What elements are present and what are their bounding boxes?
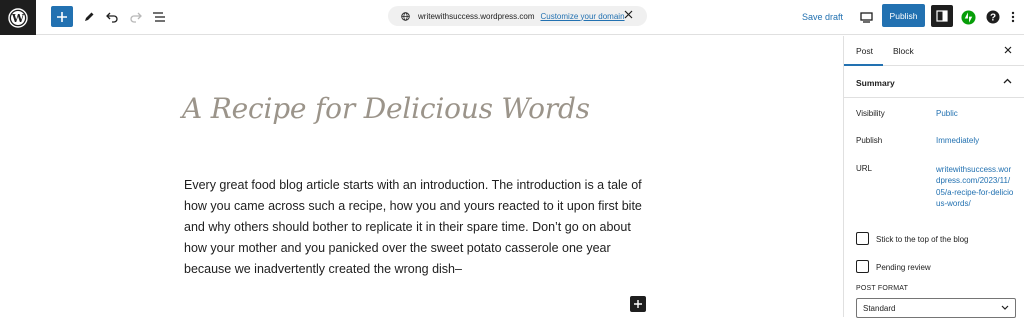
summary-panel-toggle[interactable]: Summary: [844, 66, 1024, 98]
preview-button[interactable]: [855, 6, 877, 28]
tools-button[interactable]: [78, 6, 100, 28]
document-overview-button[interactable]: [148, 6, 170, 28]
visibility-label: Visibility: [856, 109, 885, 118]
globe-icon: [401, 11, 410, 21]
add-block-button[interactable]: [51, 6, 73, 27]
undo-button[interactable]: [101, 6, 123, 28]
publish-date-value[interactable]: Immediately: [936, 136, 979, 145]
close-icon[interactable]: [624, 10, 633, 19]
sticky-checkbox[interactable]: [856, 232, 869, 245]
options-button[interactable]: [1006, 6, 1020, 28]
pending-review-label: Pending review: [876, 263, 931, 272]
more-vertical-icon: [1011, 11, 1015, 23]
close-icon[interactable]: [1004, 46, 1012, 54]
plus-icon: [57, 11, 67, 22]
settings-sidebar: Post Block Summary Visibility Public Pub…: [843, 36, 1024, 318]
pending-review-checkbox[interactable]: [856, 260, 869, 273]
post-title[interactable]: A Recipe for Delicious Words: [182, 92, 590, 125]
wordpress-logo-icon[interactable]: W: [0, 0, 36, 35]
paragraph-block[interactable]: Every great food blog article starts wit…: [184, 175, 644, 280]
list-view-icon: [153, 12, 165, 22]
pencil-icon: [85, 12, 94, 21]
sticky-label: Stick to the top of the blog: [876, 235, 969, 244]
customize-domain-link[interactable]: Customize your domain: [540, 12, 624, 21]
block-inserter-button[interactable]: [630, 296, 646, 312]
post-format-select[interactable]: Standard: [856, 298, 1016, 318]
tab-block[interactable]: Block: [893, 46, 914, 56]
sidebar-tabs: Post Block: [844, 36, 1024, 66]
post-url-value[interactable]: writewithsuccess.wordpress.com/2023/11/0…: [936, 164, 1014, 209]
url-label: URL: [856, 164, 873, 173]
visibility-value[interactable]: Public: [936, 109, 958, 118]
jetpack-button[interactable]: [957, 6, 979, 28]
redo-button[interactable]: [124, 6, 146, 28]
svg-text:W: W: [11, 12, 25, 25]
settings-button[interactable]: [931, 5, 953, 27]
sidebar-toggle-icon: [936, 10, 948, 22]
redo-icon: [129, 12, 142, 23]
publish-button[interactable]: Publish: [882, 4, 925, 27]
editor-toolbar: W writewithsuccess.wordpress.com Customi…: [0, 0, 1024, 35]
site-url-bar[interactable]: writewithsuccess.wordpress.com Customize…: [388, 6, 647, 26]
summary-panel-title: Summary: [856, 78, 895, 88]
chevron-up-icon: [1003, 78, 1012, 84]
post-format-label: POST FORMAT: [856, 285, 909, 292]
tab-post[interactable]: Post: [856, 46, 873, 56]
undo-icon: [105, 12, 118, 23]
publish-date-label: Publish: [856, 136, 883, 145]
post-format-value: Standard: [863, 303, 896, 313]
plus-icon: [634, 300, 642, 308]
help-button[interactable]: ?: [982, 6, 1004, 28]
chevron-down-icon: [1001, 305, 1009, 310]
site-domain: writewithsuccess.wordpress.com: [418, 11, 535, 21]
jetpack-icon: [960, 9, 976, 25]
desktop-icon: [859, 11, 873, 23]
editor-canvas: A Recipe for Delicious Words Every great…: [0, 36, 843, 317]
help-icon: ?: [986, 10, 1000, 24]
svg-text:?: ?: [990, 13, 996, 24]
save-draft-button[interactable]: Save draft: [802, 12, 843, 22]
